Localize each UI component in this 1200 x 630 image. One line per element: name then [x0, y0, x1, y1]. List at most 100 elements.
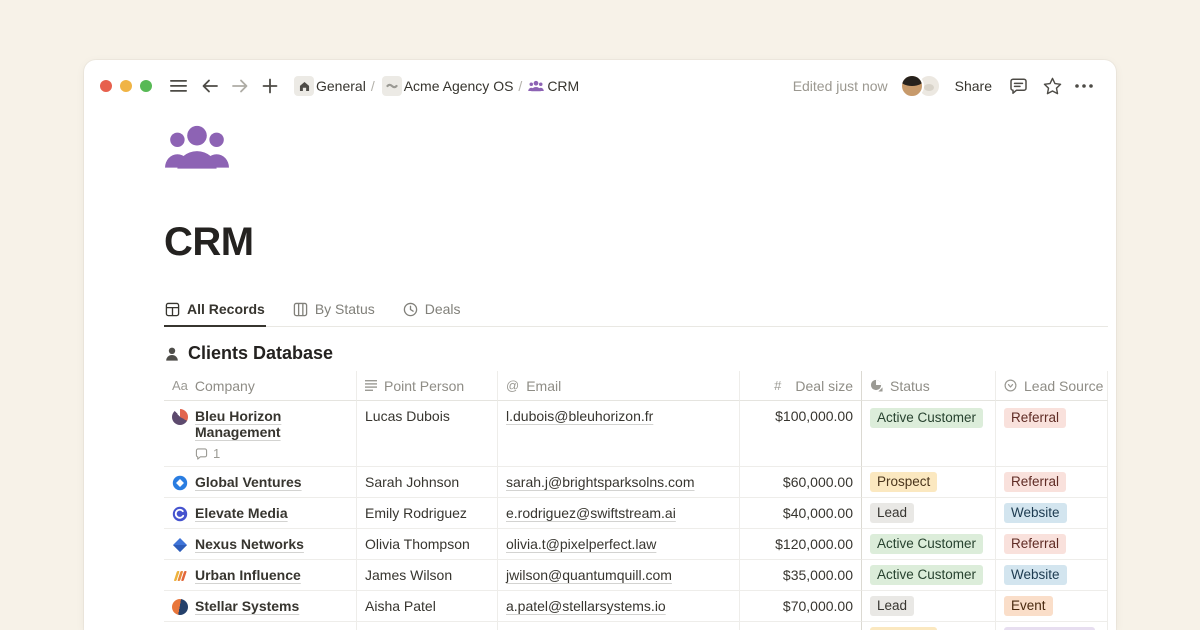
- tab-deals[interactable]: Deals: [402, 297, 462, 327]
- point-person-cell[interactable]: Olivia Thompson: [357, 529, 498, 560]
- home-icon[interactable]: [294, 76, 314, 96]
- deal-size-cell[interactable]: $35,000.00: [740, 560, 862, 591]
- lead-source-badge[interactable]: Website: [1004, 565, 1067, 585]
- point-person-cell[interactable]: Aisha Patel: [357, 591, 498, 622]
- email-value[interactable]: olivia.t@pixelperfect.law: [506, 536, 656, 552]
- lead-source-cell[interactable]: Referral: [996, 467, 1108, 498]
- column-header-email[interactable]: @ Email: [498, 371, 740, 401]
- comments-icon[interactable]: [1006, 74, 1030, 98]
- status-cell[interactable]: Active Customer: [862, 560, 996, 591]
- deal-size-cell[interactable]: $100,000.00: [740, 401, 862, 467]
- breadcrumb-item-crm[interactable]: CRM: [547, 78, 579, 94]
- window-close-button[interactable]: [100, 80, 112, 92]
- email-value[interactable]: l.dubois@bleuhorizon.fr: [506, 408, 653, 424]
- email-cell[interactable]: e.rodriguez@swiftstream.ai: [498, 498, 740, 529]
- company-cell[interactable]: Elevate Media: [164, 498, 357, 529]
- lead-source-badge[interactable]: Referral: [1004, 472, 1066, 492]
- status-cell[interactable]: Prospect: [862, 622, 996, 630]
- company-cell[interactable]: Global Ventures: [164, 467, 357, 498]
- company-name[interactable]: Elevate Media: [195, 505, 288, 521]
- person-name: Aisha Patel: [365, 598, 436, 614]
- lead-source-badge[interactable]: Referral: [1004, 408, 1066, 428]
- email-cell[interactable]: e.martinez@brightpath.com: [498, 622, 740, 630]
- lead-source-badge[interactable]: Website: [1004, 503, 1067, 523]
- company-cell[interactable]: Urban Influence: [164, 560, 357, 591]
- status-badge[interactable]: Active Customer: [870, 408, 983, 428]
- column-header-company[interactable]: Aa Company: [164, 371, 357, 401]
- company-name[interactable]: Urban Influence: [195, 567, 301, 583]
- status-badge[interactable]: Active Customer: [870, 534, 983, 554]
- avatar[interactable]: [900, 74, 924, 98]
- email-cell[interactable]: jwilson@quantumquill.com: [498, 560, 740, 591]
- lead-source-cell[interactable]: Website: [996, 498, 1108, 529]
- company-cell[interactable]: Stellar Systems: [164, 591, 357, 622]
- point-person-cell[interactable]: Sarah Johnson: [357, 467, 498, 498]
- more-options-icon[interactable]: [1072, 74, 1096, 98]
- lead-source-badge[interactable]: Event: [1004, 596, 1053, 616]
- deal-size-cell[interactable]: $60,000.00: [740, 467, 862, 498]
- status-cell[interactable]: Active Customer: [862, 401, 996, 467]
- company-name[interactable]: Global Ventures: [195, 474, 302, 490]
- company-cell[interactable]: BrightPath Consulting: [164, 622, 357, 630]
- company-name[interactable]: Bleu Horizon Management: [195, 408, 281, 440]
- point-person-cell[interactable]: James Wilson: [357, 560, 498, 591]
- email-cell[interactable]: sarah.j@brightsparksolns.com: [498, 467, 740, 498]
- lead-source-cell[interactable]: Website: [996, 560, 1108, 591]
- lead-source-cell[interactable]: Social Media: [996, 622, 1108, 630]
- email-value[interactable]: sarah.j@brightsparksolns.com: [506, 474, 695, 490]
- status-badge[interactable]: Active Customer: [870, 565, 983, 585]
- point-person-cell[interactable]: Lucas Dubois: [357, 401, 498, 467]
- table-row: Stellar Systems Aisha Patel a.patel@stel…: [164, 591, 1108, 622]
- share-button[interactable]: Share: [955, 78, 992, 94]
- status-badge[interactable]: Lead: [870, 503, 914, 523]
- status-cell[interactable]: Prospect: [862, 467, 996, 498]
- lead-source-cell[interactable]: Referral: [996, 529, 1108, 560]
- deal-size-cell[interactable]: $40,000.00: [740, 498, 862, 529]
- column-header-lead-source[interactable]: Lead Source: [996, 371, 1108, 401]
- column-header-deal-size[interactable]: # Deal size: [740, 371, 862, 401]
- comment-indicator[interactable]: 1: [195, 446, 348, 461]
- company-name[interactable]: Stellar Systems: [195, 598, 299, 614]
- status-badge[interactable]: Prospect: [870, 472, 937, 492]
- column-header-status[interactable]: Status: [862, 371, 996, 401]
- table-row: Urban Influence James Wilson jwilson@qua…: [164, 560, 1108, 591]
- favorite-star-icon[interactable]: [1040, 74, 1064, 98]
- column-header-point-person[interactable]: Point Person: [357, 371, 498, 401]
- point-person-cell[interactable]: Emily Rodriguez: [357, 498, 498, 529]
- company-cell[interactable]: Nexus Networks: [164, 529, 357, 560]
- sidebar-toggle-icon[interactable]: [166, 74, 190, 98]
- forward-arrow-icon[interactable]: [228, 74, 252, 98]
- status-cell[interactable]: Lead: [862, 498, 996, 529]
- status-cell[interactable]: Active Customer: [862, 529, 996, 560]
- collaborator-avatars[interactable]: [900, 74, 941, 98]
- deal-size-cell[interactable]: $120,000.00: [740, 529, 862, 560]
- tab-by-status[interactable]: By Status: [292, 297, 376, 327]
- page-people-icon[interactable]: [164, 124, 230, 170]
- window-maximize-button[interactable]: [140, 80, 152, 92]
- email-value[interactable]: e.rodriguez@swiftstream.ai: [506, 505, 676, 521]
- window-minimize-button[interactable]: [120, 80, 132, 92]
- lead-source-cell[interactable]: Event: [996, 591, 1108, 622]
- status-cell[interactable]: Lead: [862, 591, 996, 622]
- page-content: CRM All Records By Status Deals Clients …: [84, 124, 1116, 630]
- back-arrow-icon[interactable]: [198, 74, 222, 98]
- email-cell[interactable]: olivia.t@pixelperfect.law: [498, 529, 740, 560]
- workspace-page-icon[interactable]: [382, 76, 402, 96]
- email-value[interactable]: a.patel@stellarsystems.io: [506, 598, 666, 614]
- new-page-plus-icon[interactable]: [258, 74, 282, 98]
- lead-source-badge[interactable]: Referral: [1004, 534, 1066, 554]
- company-name[interactable]: Nexus Networks: [195, 536, 304, 552]
- tab-all-records[interactable]: All Records: [164, 297, 266, 327]
- point-person-cell[interactable]: Elena Martinez: [357, 622, 498, 630]
- deal-value: $70,000.00: [783, 598, 853, 614]
- deal-size-cell[interactable]: $50,000.00: [740, 622, 862, 630]
- company-cell[interactable]: Bleu Horizon Management 1: [164, 401, 357, 467]
- email-value[interactable]: jwilson@quantumquill.com: [506, 567, 672, 583]
- breadcrumb-item-general[interactable]: General: [316, 78, 366, 94]
- deal-size-cell[interactable]: $70,000.00: [740, 591, 862, 622]
- breadcrumb-item-acme-agency-os[interactable]: Acme Agency OS: [404, 78, 514, 94]
- email-cell[interactable]: l.dubois@bleuhorizon.fr: [498, 401, 740, 467]
- email-cell[interactable]: a.patel@stellarsystems.io: [498, 591, 740, 622]
- status-badge[interactable]: Lead: [870, 596, 914, 616]
- lead-source-cell[interactable]: Referral: [996, 401, 1108, 467]
